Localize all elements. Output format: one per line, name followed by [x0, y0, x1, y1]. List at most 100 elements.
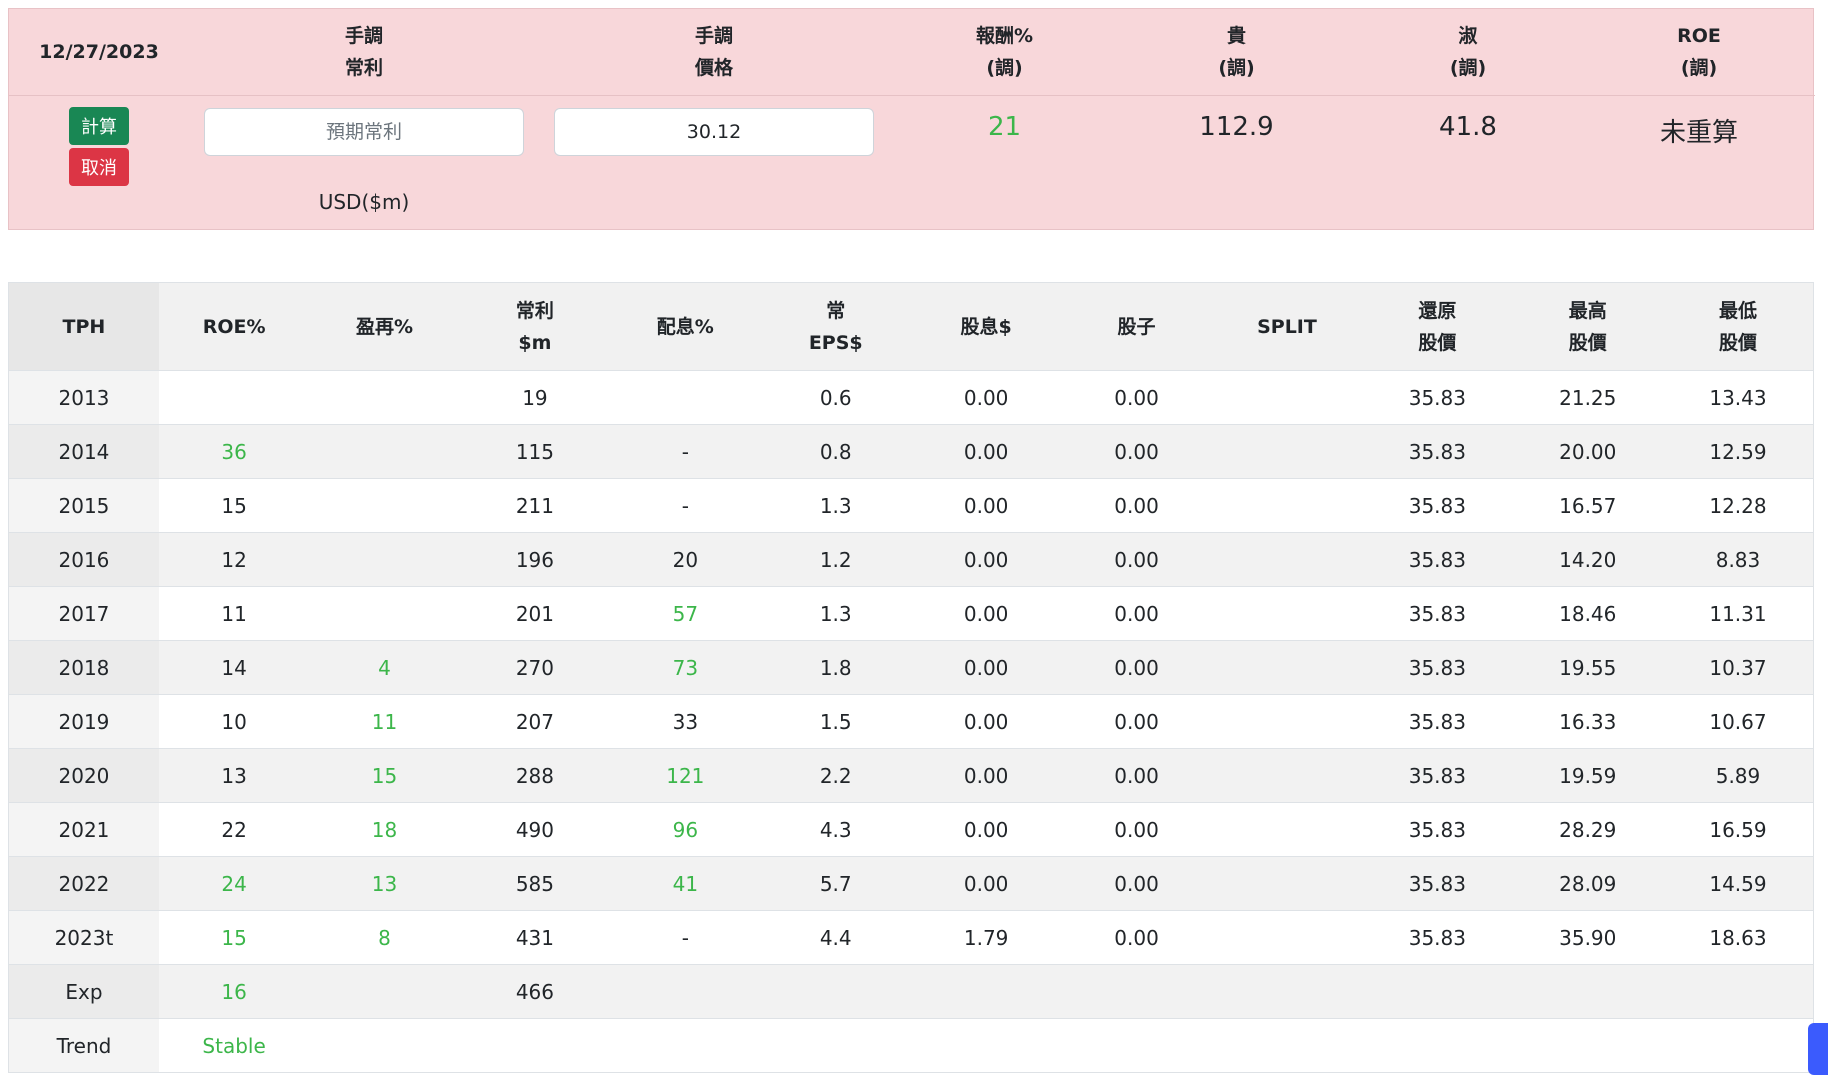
header-roe: ROE (調) — [1583, 9, 1815, 96]
table-cell — [1211, 478, 1363, 533]
table-cell: 13.43 — [1662, 370, 1814, 425]
table-cell: 22 — [158, 802, 310, 857]
calculator-panel: 12/27/2023 手調 常利 手調 價格 報酬% (調) 貴 (調) 淑 (調) RO… — [8, 8, 1815, 230]
table-cell: 35.83 — [1362, 856, 1513, 911]
column-header: 配息% — [610, 282, 761, 371]
table-cell: 0.00 — [910, 856, 1062, 911]
table-cell: 0.00 — [910, 586, 1062, 641]
calculate-button[interactable]: 計算 — [69, 106, 129, 145]
table-cell: 21.25 — [1512, 370, 1663, 425]
financial-history-table: TPH ROE% 盈再% 常利 $m 配息% 常 EPS$ 股息$ 股子 SPLIT 還原 股價 最高 股價… — [8, 282, 1814, 1073]
table-cell — [459, 1018, 611, 1073]
table-row: 2019 10 11 207 33 1.5 0.00 0.00 35.83 16.33 10.67 — [8, 694, 1814, 749]
table-cell: 288 — [459, 748, 611, 803]
table-cell: 0.00 — [910, 370, 1062, 425]
row-label: 2015 — [8, 478, 159, 533]
column-header: 盈再% — [309, 282, 460, 371]
table-cell: 0.00 — [1061, 802, 1212, 857]
table-cell: 14.20 — [1512, 532, 1663, 587]
table-row: 2023t 15 8 431-4.4 1.79 0.00 35.83 35.90 18.63 — [8, 910, 1814, 965]
roe-value: 未重算 — [1659, 117, 1738, 148]
table-cell: 96 — [610, 802, 761, 857]
table-cell: 5.7 — [760, 856, 911, 911]
table-cell: 0.00 — [1061, 910, 1212, 965]
table-cell: 19.59 — [1512, 748, 1663, 803]
table-cell: 14 — [158, 640, 310, 695]
table-cell — [1211, 424, 1363, 479]
table-cell: 1.79 — [910, 910, 1062, 965]
table-cell: 211 — [459, 478, 611, 533]
table-cell — [910, 1018, 1062, 1073]
table-cell: 11.31 — [1662, 586, 1814, 641]
table-cell: 12.59 — [1662, 424, 1814, 479]
column-header: TPH — [8, 282, 159, 371]
table-cell: 35.83 — [1362, 910, 1513, 965]
table-cell: 0.00 — [910, 424, 1062, 479]
table-cell: 0.00 — [1061, 532, 1212, 587]
price-input[interactable] — [554, 107, 874, 156]
table-cell: 1.2 — [760, 532, 911, 587]
table-cell — [309, 1018, 460, 1073]
table-cell: 121 — [610, 748, 761, 803]
header-return-pct: 報酬% (調) — [889, 9, 1120, 96]
table-cell: 4.4 — [760, 910, 911, 965]
column-header: 常利 $m — [459, 282, 611, 371]
column-header: 最低 股價 — [1662, 282, 1814, 371]
table-row: 2016 12 196 20 1.2 0.00 0.00 35.83 14.20 8.83 — [8, 532, 1814, 587]
header-manual-price: 手調 價格 — [539, 9, 889, 96]
table-cell: 57 — [610, 586, 761, 641]
table-cell: 13 — [158, 748, 310, 803]
table-cell: 28.29 — [1512, 802, 1663, 857]
table-cell: 41 — [610, 856, 761, 911]
table-cell: 33 — [610, 694, 761, 749]
table-cell: 0.00 — [910, 640, 1062, 695]
cancel-button[interactable]: 取消 — [69, 147, 129, 186]
table-cell: 0.8 — [760, 424, 911, 479]
expected-profit-input[interactable] — [204, 107, 524, 156]
table-cell — [1362, 1018, 1513, 1073]
table-cell: 1.5 — [760, 694, 911, 749]
table-cell — [1662, 1018, 1814, 1073]
table-cell: 18.46 — [1512, 586, 1663, 641]
table-cell: 13 — [309, 856, 460, 911]
table-cell — [1211, 532, 1363, 587]
table-cell: 466 — [459, 964, 611, 1019]
table-cell: 28.09 — [1512, 856, 1663, 911]
column-header: 常 EPS$ — [760, 282, 911, 371]
header-expensive: 貴 (調) — [1120, 9, 1353, 96]
back-to-top-tab[interactable] — [1808, 1023, 1828, 1075]
table-cell: 5.89 — [1662, 748, 1814, 803]
table-cell — [1211, 586, 1363, 641]
table-cell: 16.57 — [1512, 478, 1663, 533]
table-cell: 16.59 — [1662, 802, 1814, 857]
table-cell: 0.00 — [1061, 370, 1212, 425]
table-cell: 19 — [459, 370, 611, 425]
table-cell: 15 — [309, 748, 460, 803]
row-label: Exp — [8, 964, 159, 1019]
table-cell: 12.28 — [1662, 478, 1814, 533]
table-cell: 35.83 — [1362, 802, 1513, 857]
table-cell: 20.00 — [1512, 424, 1663, 479]
table-cell: 2.2 — [760, 748, 911, 803]
table-cell — [610, 964, 761, 1019]
table-cell — [760, 1018, 911, 1073]
table-cell: 18.63 — [1662, 910, 1814, 965]
table-cell — [309, 478, 460, 533]
table-row: Exp 16 466 — [8, 964, 1814, 1019]
table-cell: 1.3 — [760, 478, 911, 533]
expensive-cell: 112.9 — [1120, 95, 1353, 229]
table-cell: 0.00 — [1061, 694, 1212, 749]
table-cell: 270 — [459, 640, 611, 695]
table-cell: 490 — [459, 802, 611, 857]
table-cell: 0.00 — [1061, 586, 1212, 641]
table-cell — [1362, 964, 1513, 1019]
table-cell — [1211, 802, 1363, 857]
row-label: 2023t — [8, 910, 159, 965]
calc-date: 12/27/2023 — [9, 9, 189, 96]
table-cell — [309, 586, 460, 641]
calculator-table: 12/27/2023 手調 常利 手調 價格 報酬% (調) 貴 (調) 淑 (調) RO… — [9, 9, 1815, 229]
table-row: 2020 13 15 288 121 2.2 0.00 0.00 35.83 19.59 5.89 — [8, 748, 1814, 803]
table-cell: 0.00 — [1061, 856, 1212, 911]
currency-unit: USD($m) — [318, 189, 410, 214]
row-label: 2017 — [8, 586, 159, 641]
